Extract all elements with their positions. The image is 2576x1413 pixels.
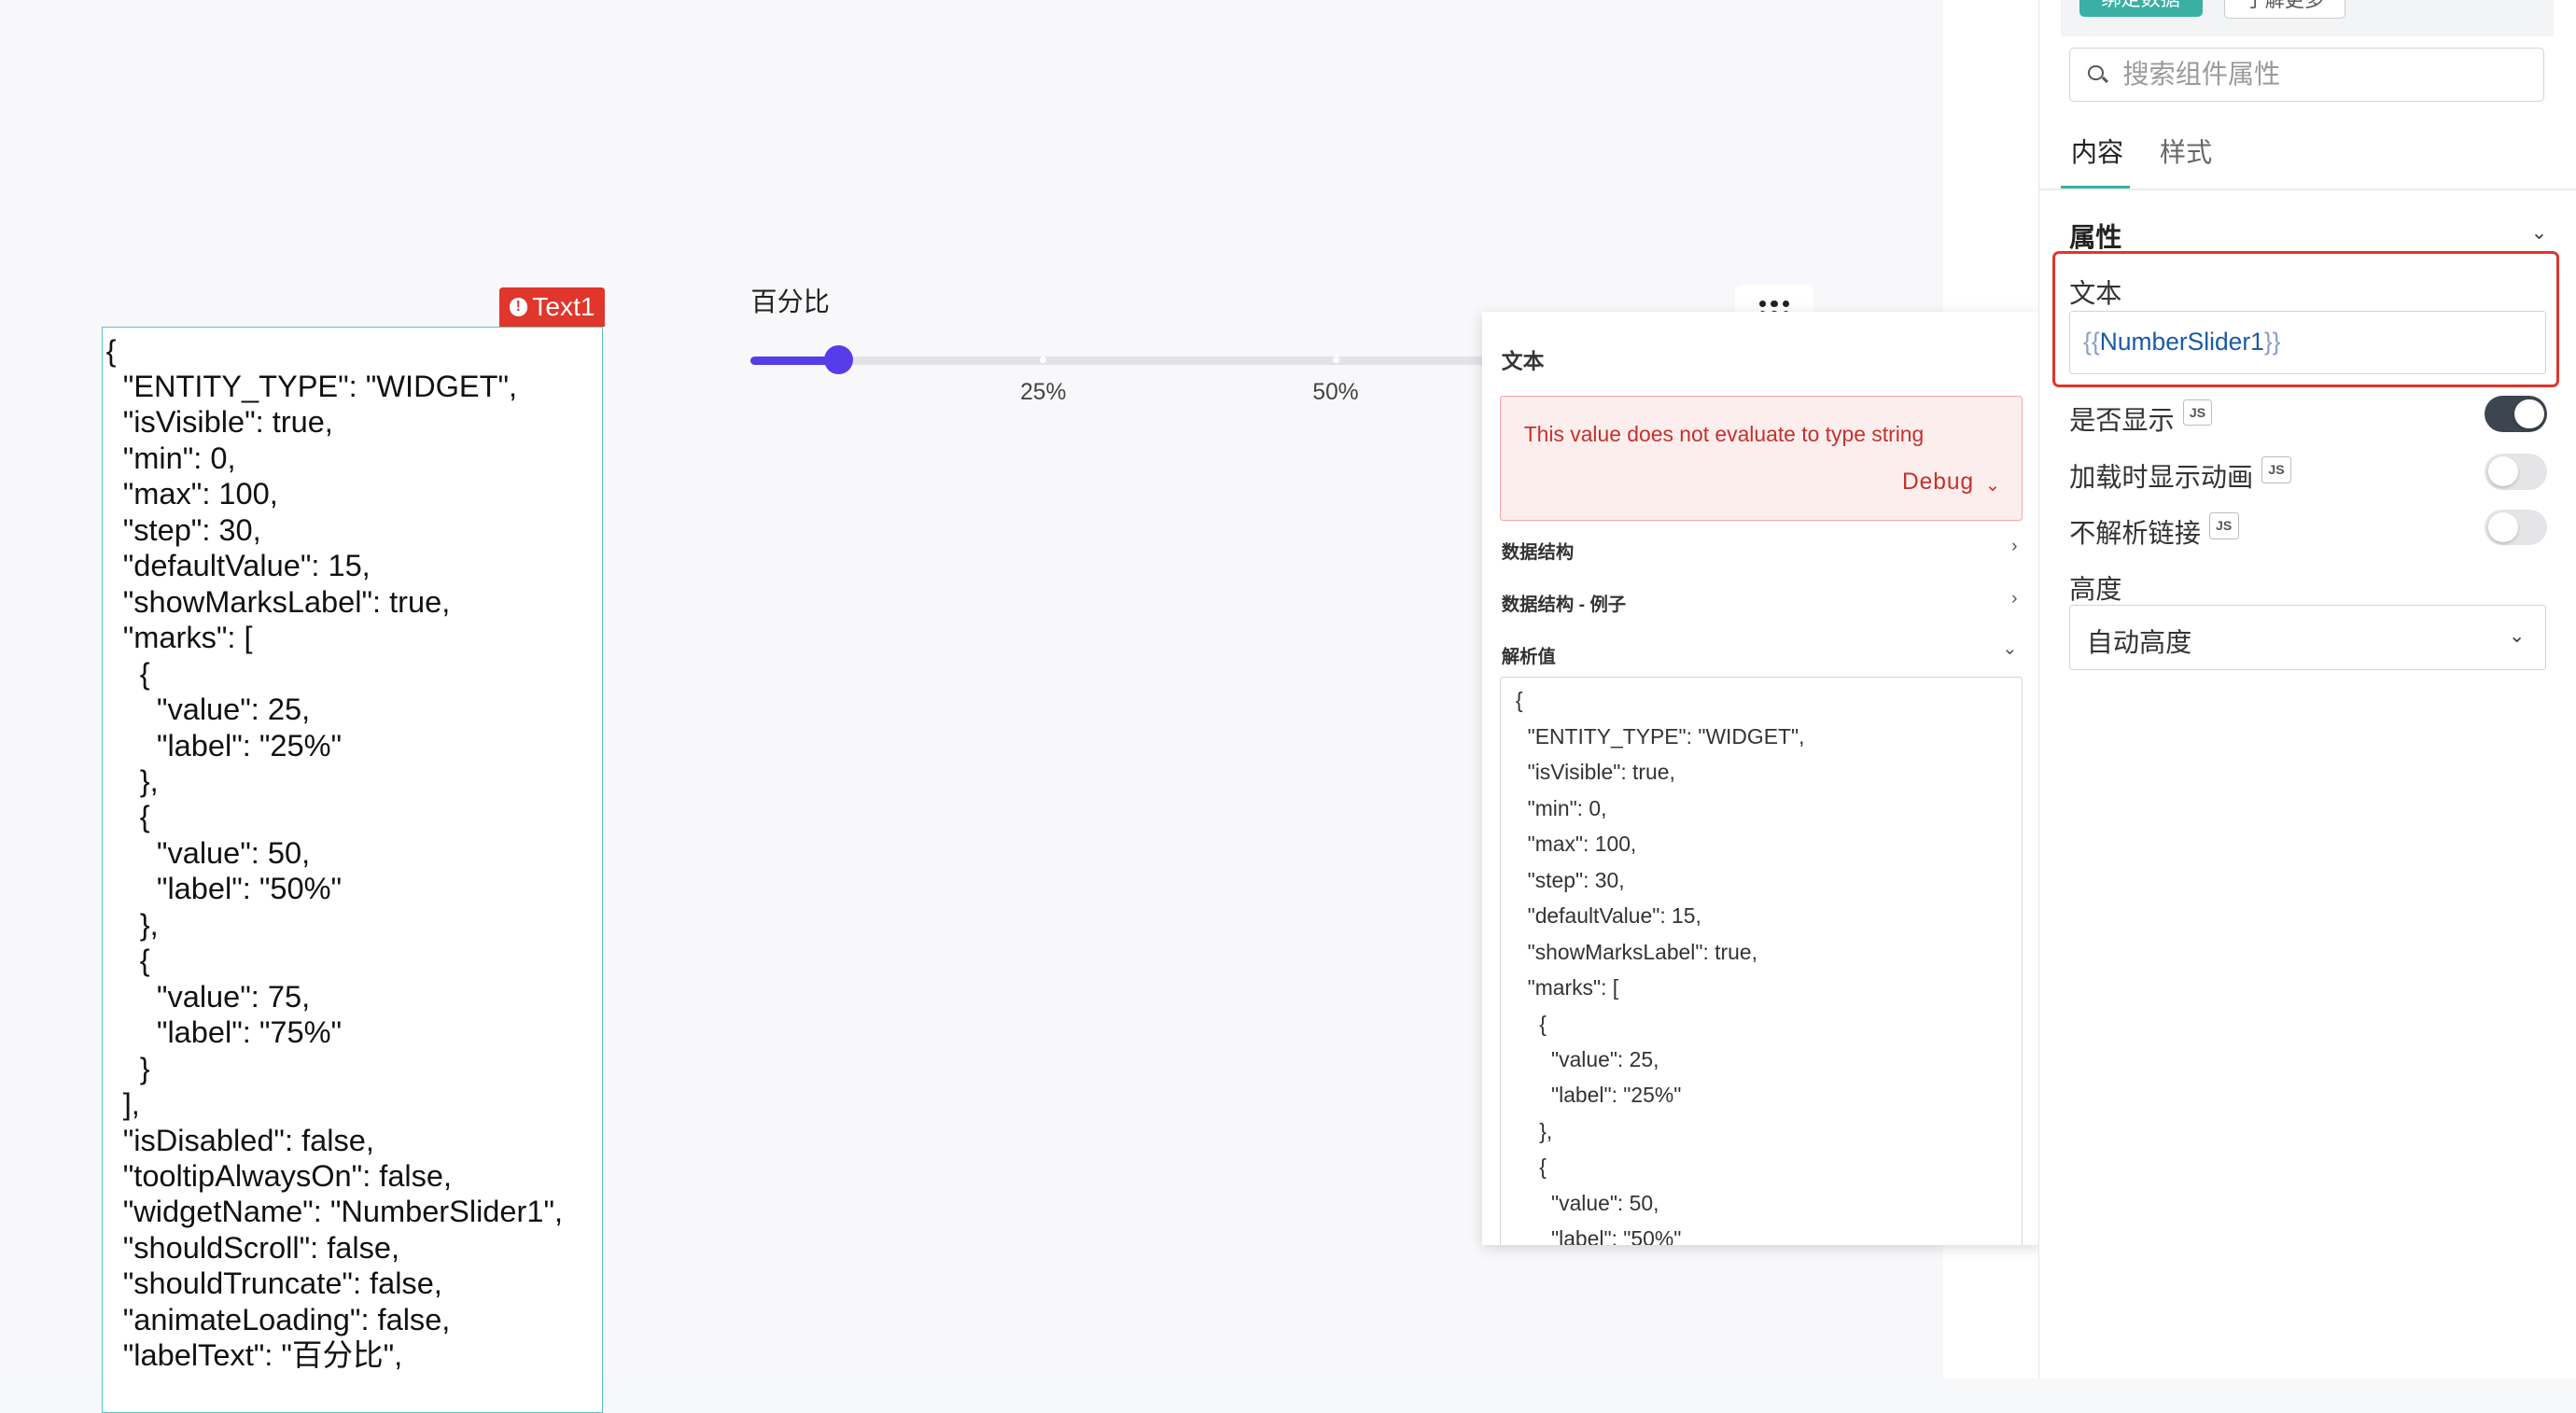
error-message: This value does not evaluate to type str… xyxy=(1523,421,1925,446)
chevron-right-icon[interactable]: › xyxy=(2011,536,2017,557)
slider-mark-label: 50% xyxy=(1312,379,1359,405)
slider-thumb[interactable] xyxy=(823,344,854,375)
disable-link-toggle[interactable] xyxy=(2485,509,2548,546)
slider-mark-dot xyxy=(1332,356,1339,363)
bind-data-button[interactable]: 绑定数据 xyxy=(2079,0,2203,17)
panel-top-bar: 绑定数据 了解更多 xyxy=(2061,0,2555,36)
slider-label: 百分比 xyxy=(750,287,830,316)
height-select-value: 自动高度 xyxy=(2086,628,2192,658)
animate-loading-toggle[interactable] xyxy=(2485,453,2548,490)
chevron-down-icon[interactable]: ⌄ xyxy=(2531,220,2548,245)
widget-name-label: Text1 xyxy=(532,292,595,322)
warning-icon: ! xyxy=(509,298,527,316)
toggle-row-animate-loading: 加载时显示动画 JS xyxy=(2069,453,2548,493)
popup-title: 文本 xyxy=(1501,348,1545,373)
height-select[interactable]: 自动高度 ⌄ xyxy=(2069,604,2546,671)
error-box: This value does not evaluate to type str… xyxy=(1500,396,2023,522)
binding-close-brace: }} xyxy=(2263,327,2281,356)
section-properties-title[interactable]: 属性 xyxy=(2069,217,2121,255)
divider xyxy=(2039,189,2576,191)
slider-mark-dot xyxy=(1040,356,1047,363)
visible-toggle[interactable] xyxy=(2485,396,2548,432)
toggle-label: 加载时显示动画 xyxy=(2069,463,2254,493)
slider-mark-label: 25% xyxy=(1020,379,1067,405)
section-data-structure[interactable]: 数据结构 xyxy=(1502,538,1574,564)
toggle-row-disable-link: 不解析链接 JS xyxy=(2069,509,2548,549)
learn-more-button[interactable]: 了解更多 xyxy=(2223,0,2346,19)
search-icon xyxy=(2088,64,2107,85)
property-panel: 绑定数据 了解更多 内容 样式 属性 ⌄ 文本 {{NumberSlider1}… xyxy=(2038,0,2576,1378)
chevron-down-icon: ⌄ xyxy=(2508,625,2526,648)
toggle-label: 不解析链接 xyxy=(2069,519,2201,549)
section-data-structure-example[interactable]: 数据结构 - 例子 xyxy=(1502,590,1626,616)
binding-name: NumberSlider1 xyxy=(2099,327,2264,356)
text-field-label: 文本 xyxy=(2069,279,2122,309)
tab-content[interactable]: 内容 xyxy=(2071,132,2123,170)
tab-style[interactable]: 样式 xyxy=(2160,132,2212,170)
toggle-label: 是否显示 xyxy=(2069,405,2175,435)
binding-open-brace: {{ xyxy=(2083,327,2100,356)
property-search-input[interactable] xyxy=(2119,58,2521,91)
text-binding-input[interactable]: {{NumberSlider1}} xyxy=(2069,310,2546,375)
widget-name-tag[interactable]: ! Text1 xyxy=(499,287,606,328)
debug-button[interactable]: Debug xyxy=(1902,469,1974,496)
toggle-row-visible: 是否显示 JS xyxy=(2069,396,2548,435)
js-toggle-badge[interactable]: JS xyxy=(2182,399,2213,427)
text-widget-content: { "ENTITY_TYPE": "WIDGET", "isVisible": … xyxy=(105,333,564,1373)
evaluated-value-content: { "ENTITY_TYPE": "WIDGET", "isVisible": … xyxy=(1515,688,1805,1246)
evaluated-value-popup: 文本 This value does not evaluate to type … xyxy=(1481,312,2042,1246)
text-widget[interactable]: { "ENTITY_TYPE": "WIDGET", "isVisible": … xyxy=(102,327,604,1413)
slider-track[interactable] xyxy=(750,344,1631,375)
property-search[interactable] xyxy=(2069,48,2544,103)
chevron-down-icon[interactable]: ⌄ xyxy=(1985,474,2000,497)
js-toggle-badge[interactable]: JS xyxy=(2261,456,2291,483)
chevron-right-icon[interactable]: › xyxy=(2011,588,2017,609)
js-toggle-badge[interactable]: JS xyxy=(2208,512,2239,539)
evaluated-value-box[interactable]: { "ENTITY_TYPE": "WIDGET", "isVisible": … xyxy=(1500,677,2023,1246)
section-evaluated-value[interactable]: 解析值 xyxy=(1502,642,1556,668)
chevron-down-icon[interactable]: ⌄ xyxy=(2002,637,2017,660)
height-label: 高度 xyxy=(2069,575,2122,605)
